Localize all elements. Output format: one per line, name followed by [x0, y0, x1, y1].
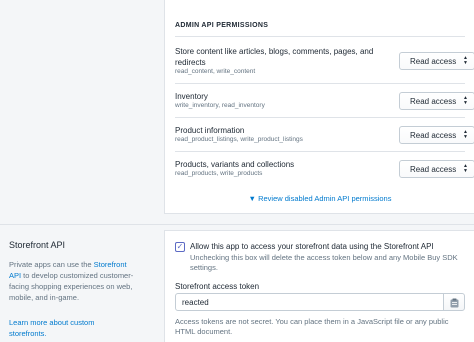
- permission-scopes: read_product_listings, write_product_lis…: [175, 136, 303, 143]
- access-select-value: Read access: [410, 131, 457, 140]
- storefront-card: ✓ Allow this app to access your storefro…: [164, 230, 474, 342]
- select-arrows-icon: ▲ ▼: [463, 95, 468, 106]
- storefront-section-title: Storefront API: [9, 240, 66, 250]
- caret-down-icon: ▼: [248, 194, 256, 203]
- permission-row-product-information: Product information read_product_listing…: [175, 117, 474, 151]
- storefront-access-checkbox[interactable]: ✓: [175, 242, 185, 252]
- clipboard-icon: [450, 298, 459, 308]
- permission-row-inventory: Inventory write_inventory, read_inventor…: [175, 83, 474, 117]
- admin-api-card: ADMIN API PERMISSIONS Store content like…: [164, 0, 474, 214]
- admin-api-section-title: ADMIN API PERMISSIONS: [175, 22, 269, 29]
- permission-name: Product information: [175, 126, 245, 135]
- storefront-desc-text-end: to develop customized customer-facing sh…: [9, 271, 134, 302]
- storefront-token-help: Access tokens are not secret. You can pl…: [175, 317, 449, 336]
- permission-name: Store content like articles, blogs, comm…: [175, 47, 374, 67]
- storefront-token-input[interactable]: [175, 293, 444, 311]
- section-divider: [0, 224, 474, 225]
- storefront-description: Private apps can use the Storefront API …: [9, 259, 139, 303]
- permission-name: Products, variants and collections: [175, 160, 295, 169]
- access-select-value: Read access: [410, 97, 457, 106]
- access-select-content[interactable]: Read access ▲ ▼: [399, 52, 474, 70]
- review-disabled-permissions-link[interactable]: ▼ Review disabled Admin API permissions: [165, 194, 474, 203]
- review-link-label: Review disabled Admin API permissions: [258, 194, 392, 203]
- storefront-access-checkbox-label: Allow this app to access your storefront…: [190, 242, 434, 251]
- checkmark-icon: ✓: [176, 242, 184, 251]
- access-select-product-information[interactable]: Read access ▲ ▼: [399, 126, 474, 144]
- permission-row-products: Products, variants and collections read_…: [175, 151, 474, 185]
- permission-row-content: Store content like articles, blogs, comm…: [175, 36, 474, 83]
- copy-token-button[interactable]: [443, 293, 465, 311]
- access-select-value: Read access: [410, 165, 457, 174]
- learn-more-custom-storefronts-link[interactable]: Learn more about custom storefronts.: [9, 317, 129, 339]
- access-select-inventory[interactable]: Read access ▲ ▼: [399, 92, 474, 110]
- access-select-products[interactable]: Read access ▲ ▼: [399, 160, 474, 178]
- storefront-access-checkbox-help: Unchecking this box will delete the acce…: [190, 253, 458, 272]
- permission-scopes: write_inventory, read_inventory: [175, 102, 265, 109]
- access-select-value: Read access: [410, 57, 457, 66]
- select-arrows-icon: ▲ ▼: [463, 163, 468, 174]
- permission-name: Inventory: [175, 92, 208, 101]
- storefront-desc-text: Private apps can use the: [9, 260, 94, 269]
- select-arrows-icon: ▲ ▼: [463, 129, 468, 140]
- permission-scopes: read_content, write_content: [175, 68, 256, 75]
- permission-scopes: read_products, write_products: [175, 170, 263, 177]
- select-arrows-icon: ▲ ▼: [463, 55, 468, 66]
- storefront-token-label: Storefront access token: [175, 282, 260, 291]
